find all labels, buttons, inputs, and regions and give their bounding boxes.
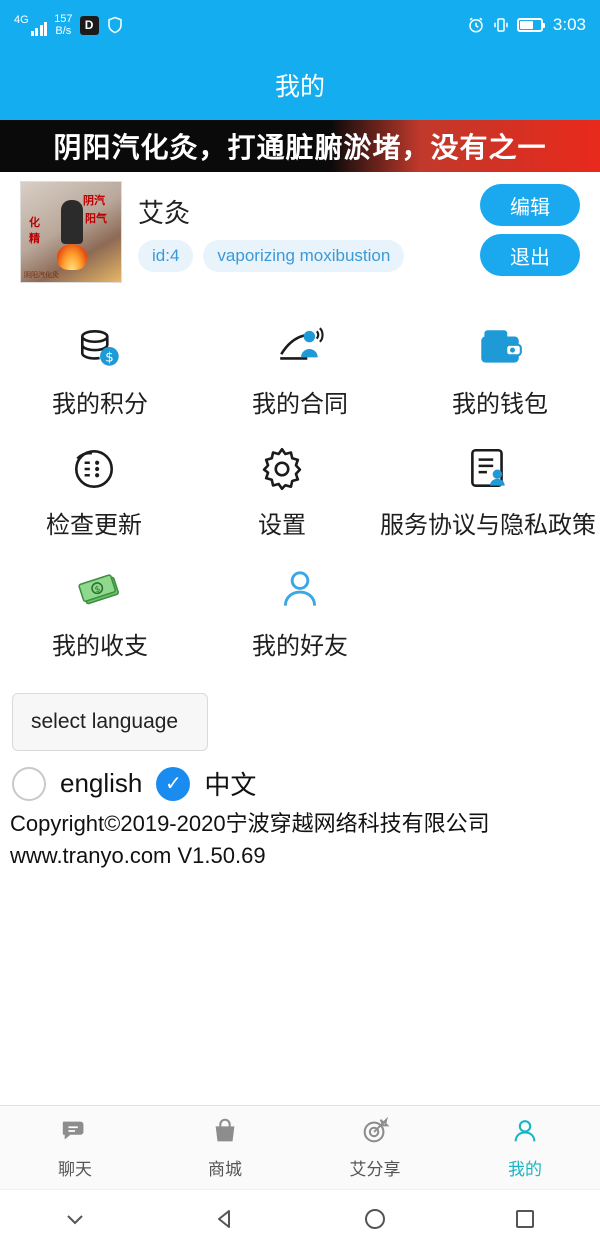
target-icon [360, 1116, 390, 1151]
menu-item-contract[interactable]: 我的合同 [200, 306, 400, 427]
profile-actions: 编辑 退出 [480, 184, 580, 276]
menu-item-points[interactable]: $ 我的积分 [0, 306, 200, 427]
hd-icon: D [79, 15, 99, 35]
profile-info: 艾灸 id:4 vaporizing moxibustion [138, 193, 405, 272]
money-icon: $ [75, 564, 125, 616]
menu-label: 设置 [258, 512, 306, 539]
page-title: 我的 [0, 50, 600, 120]
tab-label: 聊天 [58, 1160, 92, 1179]
menu-item-income[interactable]: $ 我的收支 [0, 548, 200, 669]
svg-text:$: $ [105, 350, 114, 366]
tab-label: 商城 [208, 1160, 242, 1179]
profile-desc-tag: vaporizing moxibustion [203, 239, 405, 272]
person-icon [275, 564, 325, 616]
menu-label: 我的合同 [252, 391, 348, 418]
contract-icon [275, 322, 325, 374]
person-icon [510, 1116, 540, 1151]
profile-id-tag: id:4 [138, 239, 194, 272]
language-radio-group: english ✓ 中文 [0, 751, 600, 802]
promo-banner[interactable]: 阴阳汽化灸，打通脏腑淤堵，没有之一 [0, 120, 600, 172]
radio-english-label: english [60, 768, 143, 798]
menu-grid: $ 我的积分 我的合同 我的钱包 检查更新 设置 服务协议与隐私政策 $ 我的收… [0, 292, 600, 675]
bottom-tabbar: 聊天 商城 艾分享 我的 [0, 1105, 600, 1190]
menu-item-check-update[interactable]: 检查更新 [0, 427, 188, 548]
coins-icon: $ [75, 322, 125, 374]
menu-item-wallet[interactable]: 我的钱包 [400, 306, 600, 427]
copyright-line-2: www.tranyo.com V1.50.69 [10, 842, 266, 868]
system-navbar [0, 1189, 600, 1247]
tab-label: 艾分享 [349, 1160, 401, 1179]
menu-row-1: $ 我的积分 我的合同 我的钱包 [0, 306, 600, 427]
radio-english[interactable] [12, 766, 46, 801]
menu-label: 我的好友 [252, 633, 348, 660]
menu-label: 服务协议与隐私政策 [380, 512, 596, 539]
menu-label: 我的收支 [52, 633, 148, 660]
tab-label: 我的 [508, 1160, 542, 1179]
profile-section: 阴汽 阳气 化 精 阴阳汽化灸 艾灸 id:4 vaporizing moxib… [0, 172, 600, 292]
menu-row-3: $ 我的收支 我的好友 [0, 548, 600, 669]
chevron-down-icon[interactable] [45, 1199, 105, 1239]
gear-icon [257, 443, 307, 495]
status-bar-left: 4G 157 B/s D [14, 13, 124, 37]
signal-bars-icon [30, 20, 48, 36]
copyright-line-1: Copyright©2019-2020宁波穿越网络科技有限公司 [10, 811, 490, 836]
network-speed-unit: B/s [55, 25, 72, 37]
logout-button[interactable]: 退出 [480, 234, 580, 276]
tab-chat[interactable]: 聊天 [0, 1116, 150, 1180]
menu-label: 我的钱包 [452, 391, 548, 418]
back-triangle-icon[interactable] [195, 1199, 255, 1239]
policy-icon [463, 443, 513, 495]
menu-label: 我的积分 [52, 391, 148, 418]
clock-time: 3:03 [552, 15, 586, 34]
recents-square-icon[interactable] [495, 1199, 555, 1239]
menu-label: 检查更新 [46, 512, 142, 539]
network-speed-value: 157 [54, 13, 73, 25]
avatar[interactable]: 阴汽 阳气 化 精 阴阳汽化灸 [20, 181, 122, 283]
update-icon [69, 443, 119, 495]
select-language-box[interactable]: select language [12, 693, 208, 751]
shop-icon [210, 1116, 240, 1151]
radio-chinese[interactable]: ✓ [156, 766, 191, 801]
menu-item-friends[interactable]: 我的好友 [200, 548, 400, 669]
edit-button[interactable]: 编辑 [480, 184, 580, 226]
signal-icon: 4G [14, 13, 48, 36]
profile-nickname: 艾灸 [138, 197, 191, 228]
battery-icon [516, 18, 545, 32]
home-circle-icon[interactable] [345, 1199, 405, 1239]
menu-row-2: 检查更新 设置 服务协议与隐私政策 [0, 427, 600, 548]
tab-mine[interactable]: 我的 [450, 1116, 600, 1180]
tab-shop[interactable]: 商城 [150, 1116, 300, 1180]
menu-item-policy[interactable]: 服务协议与隐私政策 [376, 427, 600, 548]
menu-item-spacer [400, 548, 600, 669]
tab-share[interactable]: 艾分享 [300, 1116, 450, 1180]
status-bar: 4G 157 B/s D 3:03 [0, 0, 600, 50]
chat-icon [60, 1116, 90, 1151]
copyright-block: Copyright©2019-2020宁波穿越网络科技有限公司 www.tran… [0, 802, 600, 872]
wallet-icon [475, 322, 525, 374]
radio-chinese-label: 中文 [204, 770, 257, 800]
status-bar-right: 3:03 [467, 15, 586, 35]
vibrate-icon [492, 16, 510, 34]
network-speed: 157 B/s [54, 13, 72, 37]
profile-tags: id:4 vaporizing moxibustion [138, 239, 405, 272]
network-type-label: 4G [14, 13, 29, 26]
shield-icon [106, 16, 124, 34]
alarm-icon [467, 16, 485, 34]
menu-item-settings[interactable]: 设置 [188, 427, 376, 548]
